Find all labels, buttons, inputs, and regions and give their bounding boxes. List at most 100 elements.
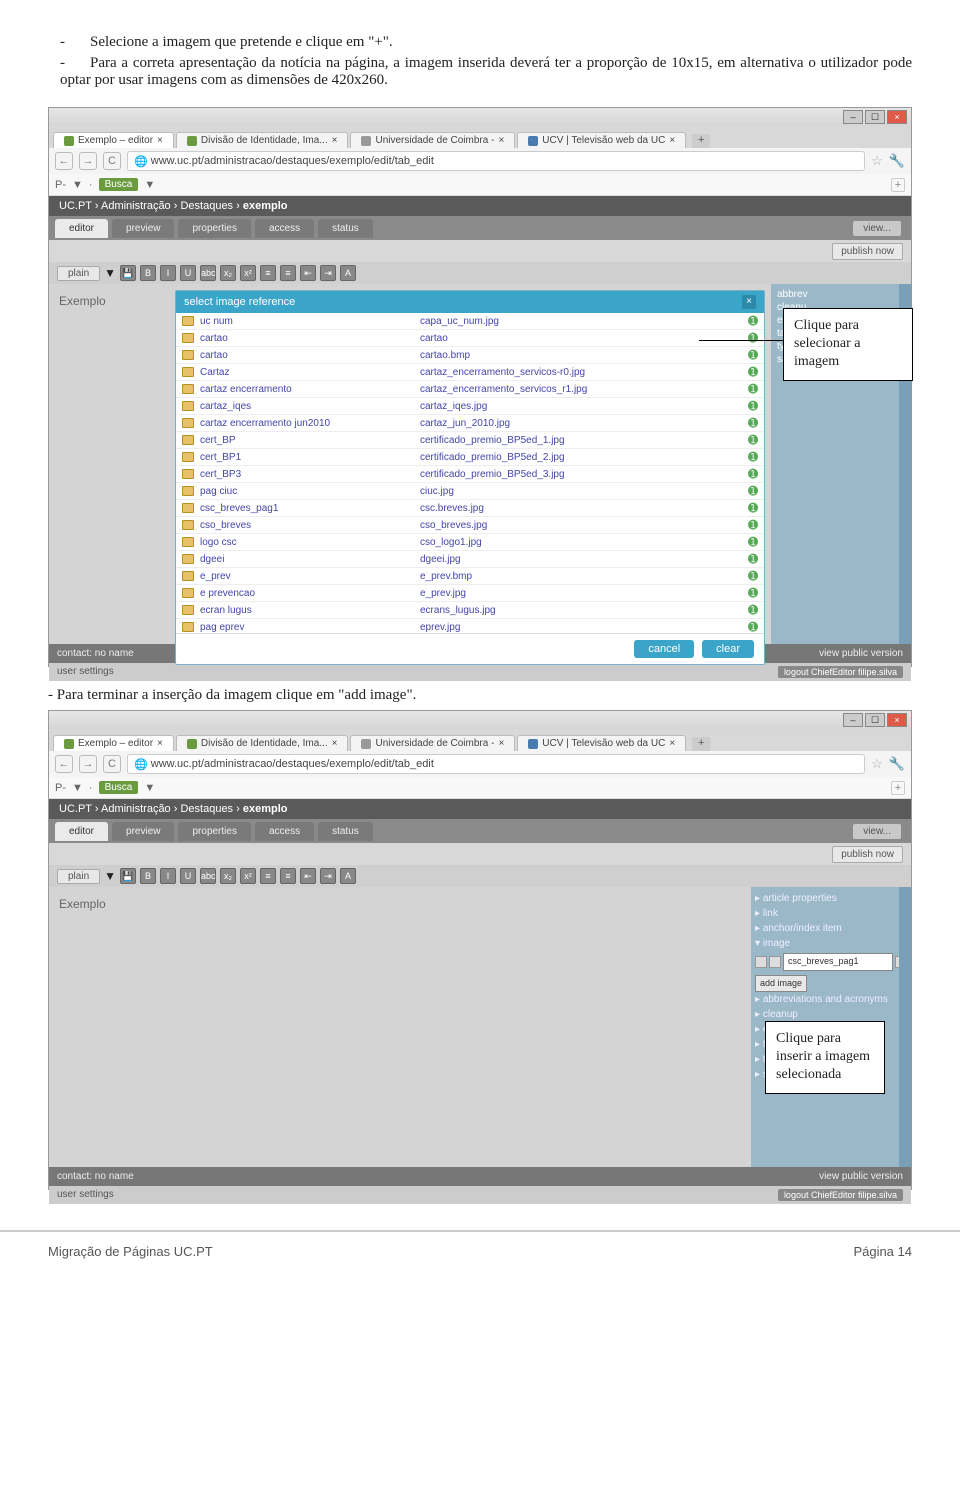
file-row[interactable]: logo csccso_logo1.jpg➊ bbox=[176, 534, 764, 551]
clear-button[interactable]: clear bbox=[702, 640, 754, 658]
tab-exemplo[interactable]: Exemplo – editor× bbox=[53, 132, 174, 148]
select-file-button[interactable]: ➊ bbox=[748, 433, 758, 447]
up-icon[interactable] bbox=[769, 956, 781, 968]
minimize-button[interactable]: – bbox=[843, 713, 863, 727]
select-file-button[interactable]: ➊ bbox=[748, 484, 758, 498]
busca-button[interactable]: Busca bbox=[99, 178, 139, 191]
tab-ucv[interactable]: UCV | Televisão web da UC× bbox=[517, 735, 686, 751]
save-icon[interactable]: 💾 bbox=[120, 265, 136, 281]
add-toolbar-button[interactable]: + bbox=[891, 781, 905, 795]
file-row[interactable]: cert_BP1certificado_premio_BP5ed_2.jpg➊ bbox=[176, 449, 764, 466]
logout-button[interactable]: logout ChiefEditor filipe.silva bbox=[778, 1189, 903, 1201]
file-row[interactable]: cartaz_iqescartaz_iqes.jpg➊ bbox=[176, 398, 764, 415]
sub-button[interactable]: x₂ bbox=[220, 868, 236, 884]
settings-icon[interactable]: 🔧 bbox=[889, 756, 905, 772]
side-image[interactable]: ▾ image bbox=[755, 936, 907, 951]
tab-divisao[interactable]: Divisão de Identidade, Ima...× bbox=[176, 735, 349, 751]
file-row[interactable]: Cartazcartaz_encerramento_servicos-r0.jp… bbox=[176, 364, 764, 381]
underline-button[interactable]: U bbox=[180, 265, 196, 281]
file-row[interactable]: cartaz encerramento jun2010cartaz_jun_20… bbox=[176, 415, 764, 432]
tab-uc[interactable]: Universidade de Coimbra -× bbox=[350, 132, 515, 148]
file-row[interactable]: pag epreveprev.jpg➊ bbox=[176, 619, 764, 633]
user-settings-link[interactable]: user settings bbox=[57, 666, 114, 678]
collapse-handle[interactable] bbox=[899, 887, 911, 1167]
reload-button[interactable]: C bbox=[103, 152, 121, 170]
select-file-button[interactable]: ➊ bbox=[748, 399, 758, 413]
tab-properties[interactable]: properties bbox=[178, 219, 250, 238]
select-file-button[interactable]: ➊ bbox=[748, 416, 758, 430]
forward-button[interactable]: → bbox=[79, 152, 97, 170]
view-public-link[interactable]: view public version bbox=[819, 648, 903, 659]
cancel-button[interactable]: cancel bbox=[634, 640, 694, 658]
tab-preview[interactable]: preview bbox=[112, 219, 174, 238]
select-file-button[interactable]: ➊ bbox=[748, 535, 758, 549]
new-tab-button[interactable]: + bbox=[692, 737, 710, 751]
color-button[interactable]: A bbox=[340, 265, 356, 281]
save-icon[interactable]: 💾 bbox=[120, 868, 136, 884]
side-abbrev[interactable]: ▸ abbreviations and acronyms bbox=[755, 992, 907, 1007]
tab-divisao[interactable]: Divisão de Identidade, Ima...× bbox=[176, 132, 349, 148]
select-file-button[interactable]: ➊ bbox=[748, 569, 758, 583]
select-file-button[interactable]: ➊ bbox=[748, 586, 758, 600]
bold-button[interactable]: B bbox=[140, 868, 156, 884]
tab-status[interactable]: status bbox=[318, 822, 373, 841]
add-toolbar-button[interactable]: + bbox=[891, 178, 905, 192]
tab-ucv[interactable]: UCV | Televisão web da UC× bbox=[517, 132, 686, 148]
file-row[interactable]: cartaocartao➊ bbox=[176, 330, 764, 347]
file-row[interactable]: cartaocartao.bmp➊ bbox=[176, 347, 764, 364]
new-tab-button[interactable]: + bbox=[692, 134, 710, 148]
indent-button[interactable]: ⇥ bbox=[320, 868, 336, 884]
outdent-button[interactable]: ⇤ bbox=[300, 265, 316, 281]
plain-select[interactable]: plain bbox=[57, 869, 100, 884]
tab-uc[interactable]: Universidade de Coimbra -× bbox=[350, 735, 515, 751]
tab-editor[interactable]: editor bbox=[55, 219, 108, 238]
logout-button[interactable]: logout ChiefEditor filipe.silva bbox=[778, 666, 903, 678]
file-row[interactable]: cartaz encerramentocartaz_encerramento_s… bbox=[176, 381, 764, 398]
settings-icon[interactable]: 🔧 bbox=[889, 153, 905, 169]
back-button[interactable]: ← bbox=[55, 152, 73, 170]
select-file-button[interactable]: ➊ bbox=[748, 518, 758, 532]
outdent-button[interactable]: ⇤ bbox=[300, 868, 316, 884]
minimize-button[interactable]: – bbox=[843, 110, 863, 124]
file-row[interactable]: pag ciucciuc.jpg➊ bbox=[176, 483, 764, 500]
tab-access[interactable]: access bbox=[255, 822, 314, 841]
user-settings-link[interactable]: user settings bbox=[57, 1189, 114, 1201]
tab-exemplo[interactable]: Exemplo – editor× bbox=[53, 735, 174, 751]
file-row[interactable]: cert_BP3certificado_premio_BP5ed_3.jpg➊ bbox=[176, 466, 764, 483]
ul-button[interactable]: ≡ bbox=[280, 868, 296, 884]
side-cleanup[interactable]: ▸ cleanup bbox=[755, 1007, 907, 1022]
forward-button[interactable]: → bbox=[79, 755, 97, 773]
strike-button[interactable]: abc bbox=[200, 868, 216, 884]
view-public-link[interactable]: view public version bbox=[819, 1171, 903, 1182]
busca-button[interactable]: Busca bbox=[99, 781, 139, 794]
image-path-input[interactable]: csc_breves_pag1 bbox=[783, 953, 893, 971]
sub-button[interactable]: x₂ bbox=[220, 265, 236, 281]
tab-preview[interactable]: preview bbox=[112, 822, 174, 841]
file-row[interactable]: uc numcapa_uc_num.jpg➊ bbox=[176, 313, 764, 330]
select-file-button[interactable]: ➊ bbox=[748, 603, 758, 617]
maximize-button[interactable]: ☐ bbox=[865, 713, 885, 727]
url-field[interactable]: 🌐 www.uc.pt/administracao/destaques/exem… bbox=[127, 151, 865, 171]
side-anchor[interactable]: ▸ anchor/index item bbox=[755, 921, 907, 936]
ol-button[interactable]: ≡ bbox=[260, 265, 276, 281]
select-file-button[interactable]: ➊ bbox=[748, 314, 758, 328]
italic-button[interactable]: I bbox=[160, 868, 176, 884]
tab-properties[interactable]: properties bbox=[178, 822, 250, 841]
file-row[interactable]: e prevencaoe_prev.jpg➊ bbox=[176, 585, 764, 602]
select-file-button[interactable]: ➊ bbox=[748, 382, 758, 396]
modal-close-button[interactable]: × bbox=[742, 295, 756, 309]
select-file-button[interactable]: ➊ bbox=[748, 620, 758, 633]
file-row[interactable]: ecran lugusecrans_lugus.jpg➊ bbox=[176, 602, 764, 619]
strike-button[interactable]: abc bbox=[200, 265, 216, 281]
publish-now-button[interactable]: publish now bbox=[832, 243, 903, 260]
indent-button[interactable]: ⇥ bbox=[320, 265, 336, 281]
reload-button[interactable]: C bbox=[103, 755, 121, 773]
tab-status[interactable]: status bbox=[318, 219, 373, 238]
underline-button[interactable]: U bbox=[180, 868, 196, 884]
tab-access[interactable]: access bbox=[255, 219, 314, 238]
folder-icon[interactable] bbox=[755, 956, 767, 968]
maximize-button[interactable]: ☐ bbox=[865, 110, 885, 124]
file-row[interactable]: dgeeidgeei.jpg➊ bbox=[176, 551, 764, 568]
bookmark-icon[interactable]: ☆ bbox=[871, 153, 883, 169]
side-article-properties[interactable]: ▸ article properties bbox=[755, 891, 907, 906]
